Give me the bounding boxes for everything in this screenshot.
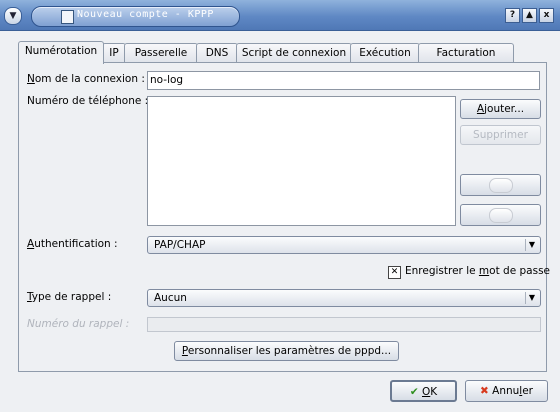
callback-number-label: Numéro du rappel : bbox=[27, 318, 130, 330]
add-button[interactable]: Ajouter... bbox=[460, 99, 541, 119]
callback-number-input[interactable] bbox=[147, 317, 541, 332]
tab-passerelle[interactable]: Passerelle bbox=[124, 43, 198, 63]
connection-name-label: Nom de la connexion : bbox=[27, 73, 145, 85]
callback-type-label: Type de rappel : bbox=[27, 291, 112, 303]
tab-script[interactable]: Script de connexion bbox=[236, 43, 352, 63]
tab-execution[interactable]: Exécution bbox=[350, 43, 420, 63]
phone-list[interactable] bbox=[147, 96, 456, 226]
customize-pppd-button[interactable]: Personnaliser les paramètres de pppd... bbox=[174, 341, 399, 361]
cancel-x-icon: ✖ bbox=[479, 385, 489, 397]
save-password-label: Enregistrer le mot de passe bbox=[405, 265, 550, 277]
tab-panel: Nom de la connexion : no-log Numéro de t… bbox=[18, 62, 550, 372]
phone-label: Numéro de téléphone : bbox=[27, 95, 149, 107]
title-bar: ▼ Nouveau compte - KPPP ? ▲ x bbox=[0, 0, 560, 31]
connection-name-input[interactable]: no-log bbox=[147, 71, 540, 90]
cancel-button[interactable]: ✖ Annuler bbox=[465, 380, 548, 402]
tab-ip[interactable]: IP bbox=[102, 43, 126, 63]
save-password-checkbox[interactable]: ✕ bbox=[388, 266, 401, 279]
move-down-button[interactable] bbox=[460, 204, 541, 226]
blank-oval-icon bbox=[488, 178, 513, 193]
tab-numerotation[interactable]: Numérotation bbox=[18, 41, 104, 64]
auth-label: Authentification : bbox=[27, 238, 118, 250]
delete-button[interactable]: Supprimer bbox=[460, 125, 541, 145]
blank-oval-icon bbox=[488, 208, 513, 223]
chevron-down-icon: ▼ bbox=[525, 239, 538, 251]
document-icon bbox=[61, 10, 74, 24]
check-icon: ✔ bbox=[409, 386, 419, 398]
help-icon[interactable]: ? bbox=[505, 8, 520, 23]
close-icon[interactable]: x bbox=[539, 8, 554, 23]
window-title: Nouveau compte - KPPP bbox=[77, 9, 214, 20]
callback-type-select[interactable]: Aucun ▼ bbox=[147, 289, 541, 307]
maximize-icon[interactable]: ▲ bbox=[522, 8, 537, 23]
chevron-down-icon: ▼ bbox=[525, 292, 538, 304]
tab-facturation[interactable]: Facturation bbox=[418, 43, 514, 63]
auth-select[interactable]: PAP/CHAP ▼ bbox=[147, 236, 541, 254]
window-title-pill[interactable]: Nouveau compte - KPPP bbox=[31, 6, 240, 27]
window-menu-icon[interactable]: ▼ bbox=[4, 7, 22, 25]
tab-dns[interactable]: DNS bbox=[196, 43, 238, 63]
move-up-button[interactable] bbox=[460, 174, 541, 196]
ok-button[interactable]: ✔ OK bbox=[390, 380, 457, 402]
callback-type-value: Aucun bbox=[154, 292, 187, 304]
auth-value: PAP/CHAP bbox=[154, 239, 206, 251]
